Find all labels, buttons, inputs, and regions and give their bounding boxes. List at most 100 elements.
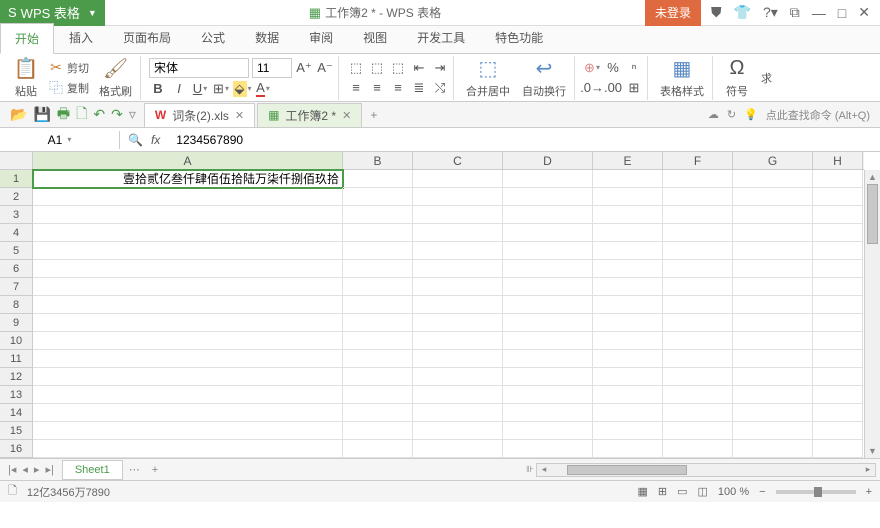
fx-icon[interactable]: fx [151, 133, 160, 147]
cell-H11[interactable] [813, 350, 863, 368]
cell-A6[interactable] [33, 260, 343, 278]
shirt-icon[interactable]: 👕 [734, 4, 751, 21]
cell-C13[interactable] [413, 386, 503, 404]
hscroll-splitter-icon[interactable]: ⊪ [523, 464, 537, 475]
cell-F10[interactable] [663, 332, 733, 350]
increase-font-button[interactable]: A⁺ [295, 59, 313, 77]
cell-A10[interactable] [33, 332, 343, 350]
vscroll-thumb[interactable] [867, 184, 878, 244]
row-header-11[interactable]: 11 [0, 350, 32, 368]
italic-button[interactable]: I [170, 80, 188, 98]
cell-B3[interactable] [343, 206, 413, 224]
cell-A15[interactable] [33, 422, 343, 440]
cell-H6[interactable] [813, 260, 863, 278]
indent-increase-button[interactable]: ⇥ [431, 59, 449, 77]
col-header-C[interactable]: C [413, 152, 503, 169]
zoom-value[interactable]: 100 % [718, 486, 749, 498]
login-badge[interactable]: 未登录 [645, 0, 701, 26]
menu-tab-6[interactable]: 视图 [348, 22, 402, 53]
row-header-9[interactable]: 9 [0, 314, 32, 332]
cell-B2[interactable] [343, 188, 413, 206]
currency-button[interactable]: ⊕▾ [583, 59, 601, 77]
scroll-up-icon[interactable]: ▲ [865, 170, 880, 184]
row-header-8[interactable]: 8 [0, 296, 32, 314]
cell-C3[interactable] [413, 206, 503, 224]
redo-icon[interactable]: ↷ [111, 106, 123, 123]
view-normal-icon[interactable]: ▦ [637, 485, 647, 498]
cell-E1[interactable] [593, 170, 663, 188]
col-header-E[interactable]: E [593, 152, 663, 169]
table-style-button[interactable]: ▦表格样式 [656, 55, 708, 101]
cell-G9[interactable] [733, 314, 813, 332]
minimize-icon[interactable]: — [812, 5, 826, 21]
cell-E15[interactable] [593, 422, 663, 440]
align-bottom-button[interactable]: ⬚ [389, 59, 407, 77]
new-tab-button[interactable]: + [364, 108, 383, 122]
row-header-15[interactable]: 15 [0, 422, 32, 440]
sheet-next-icon[interactable]: ▸ [34, 463, 40, 476]
cell-G15[interactable] [733, 422, 813, 440]
cell-G13[interactable] [733, 386, 813, 404]
zoom-out-button[interactable]: − [759, 486, 765, 498]
cells-area[interactable]: 壹拾贰亿叁仟肆佰伍拾陆万柒仟捌佰玖拾 [33, 170, 864, 458]
cell-F2[interactable] [663, 188, 733, 206]
cell-H2[interactable] [813, 188, 863, 206]
cell-B15[interactable] [343, 422, 413, 440]
cell-H12[interactable] [813, 368, 863, 386]
cell-G5[interactable] [733, 242, 813, 260]
maximize-icon[interactable]: □ [838, 5, 846, 21]
cell-B6[interactable] [343, 260, 413, 278]
menu-tab-0[interactable]: 开始 [0, 23, 54, 54]
cell-C1[interactable] [413, 170, 503, 188]
cell-B1[interactable] [343, 170, 413, 188]
cell-D15[interactable] [503, 422, 593, 440]
cell-F3[interactable] [663, 206, 733, 224]
cell-B11[interactable] [343, 350, 413, 368]
cell-H7[interactable] [813, 278, 863, 296]
row-header-13[interactable]: 13 [0, 386, 32, 404]
menu-tab-8[interactable]: 特色功能 [480, 22, 558, 53]
cell-G8[interactable] [733, 296, 813, 314]
menu-tab-2[interactable]: 页面布局 [108, 22, 186, 53]
row-header-12[interactable]: 12 [0, 368, 32, 386]
undo-icon[interactable]: ↶ [93, 106, 105, 123]
cell-F1[interactable] [663, 170, 733, 188]
select-all-corner[interactable] [0, 152, 33, 170]
cell-H9[interactable] [813, 314, 863, 332]
view-page-icon[interactable]: ⊞ [658, 485, 667, 498]
scroll-down-icon[interactable]: ▼ [865, 444, 880, 458]
hscroll-thumb[interactable] [567, 465, 687, 475]
doc-tab-1-close-icon[interactable]: ✕ [235, 109, 244, 122]
cell-E11[interactable] [593, 350, 663, 368]
sheet-tab-1[interactable]: Sheet1 [62, 460, 123, 480]
font-color-button[interactable]: A▾ [254, 80, 272, 98]
cell-B4[interactable] [343, 224, 413, 242]
row-header-16[interactable]: 16 [0, 440, 32, 458]
align-left-button[interactable]: ≡ [347, 79, 365, 97]
percent-button[interactable]: % [604, 59, 622, 77]
cell-E4[interactable] [593, 224, 663, 242]
orientation-button[interactable]: ⤭ [431, 79, 449, 97]
cell-F9[interactable] [663, 314, 733, 332]
cell-H16[interactable] [813, 440, 863, 458]
col-header-D[interactable]: D [503, 152, 593, 169]
row-header-4[interactable]: 4 [0, 224, 32, 242]
menu-tab-1[interactable]: 插入 [54, 22, 108, 53]
cell-C9[interactable] [413, 314, 503, 332]
number-format-button[interactable]: ⊞ [625, 79, 643, 97]
cell-C7[interactable] [413, 278, 503, 296]
underline-button[interactable]: U▾ [191, 80, 209, 98]
cell-F12[interactable] [663, 368, 733, 386]
cell-A1[interactable]: 壹拾贰亿叁仟肆佰伍拾陆万柒仟捌佰玖拾 [33, 170, 343, 188]
cell-B16[interactable] [343, 440, 413, 458]
restore-icon[interactable]: ⧉ [790, 4, 800, 21]
cell-F6[interactable] [663, 260, 733, 278]
add-sheet-button[interactable]: + [146, 464, 164, 476]
sheet-more-icon[interactable]: ⋯ [123, 463, 146, 476]
cell-E12[interactable] [593, 368, 663, 386]
cell-G12[interactable] [733, 368, 813, 386]
cell-H15[interactable] [813, 422, 863, 440]
align-right-button[interactable]: ≡ [389, 79, 407, 97]
scroll-left-icon[interactable]: ◂ [537, 464, 551, 475]
cell-F4[interactable] [663, 224, 733, 242]
